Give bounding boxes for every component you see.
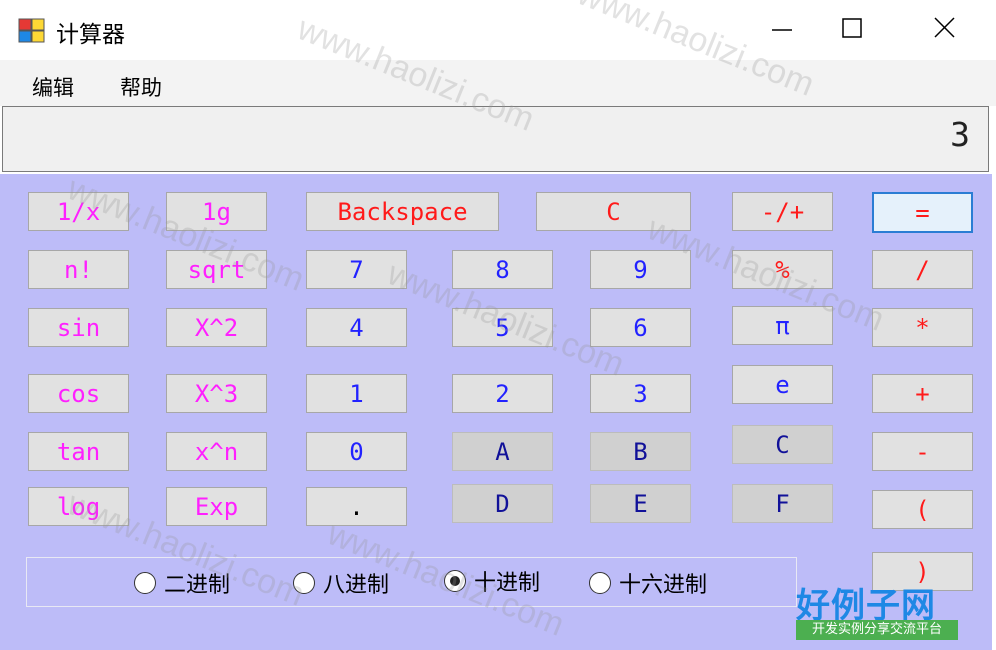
digit-5-button[interactable]: 5: [452, 308, 553, 347]
equals-button[interactable]: =: [872, 192, 973, 233]
hex-d-button[interactable]: D: [452, 484, 553, 523]
lg-button[interactable]: 1g: [166, 192, 267, 231]
window-title: 计算器: [56, 22, 125, 48]
hex-b-button[interactable]: B: [590, 432, 691, 471]
hex-e-button[interactable]: E: [590, 484, 691, 523]
radio-hexadecimal[interactable]: 十六进制: [589, 570, 708, 598]
log-button[interactable]: log: [28, 487, 129, 526]
hex-a-button[interactable]: A: [452, 432, 553, 471]
digit-1-button[interactable]: 1: [306, 374, 407, 413]
cos-button[interactable]: cos: [28, 374, 129, 413]
plus-button[interactable]: +: [872, 374, 973, 413]
digit-7-button[interactable]: 7: [306, 250, 407, 289]
hex-f-button[interactable]: F: [732, 484, 833, 523]
brand-subtitle: 开发实例分享交流平台: [796, 620, 958, 640]
radio-decimal[interactable]: 十进制: [444, 568, 541, 596]
digit-9-button[interactable]: 9: [590, 250, 691, 289]
exp-button[interactable]: Exp: [166, 487, 267, 526]
sin-button[interactable]: sin: [28, 308, 129, 347]
menu-help[interactable]: 帮助: [120, 72, 162, 102]
e-constant-button[interactable]: e: [732, 365, 833, 404]
square-button[interactable]: X^2: [166, 308, 267, 347]
radio-binary[interactable]: 二进制: [134, 570, 231, 598]
radio-octal[interactable]: 八进制: [293, 570, 390, 598]
maximize-icon: [842, 18, 862, 38]
radio-hexadecimal-label: 十六进制: [619, 573, 708, 598]
close-button[interactable]: [898, 0, 990, 60]
menu-edit[interactable]: 编辑: [32, 72, 74, 102]
number-base-group: 二进制 八进制 十进制 十六进制: [26, 557, 797, 607]
clear-button[interactable]: C: [536, 192, 691, 231]
radio-octal-circle[interactable]: [293, 572, 315, 594]
negate-button[interactable]: -/+: [732, 192, 833, 231]
digit-4-button[interactable]: 4: [306, 308, 407, 347]
minus-button[interactable]: -: [872, 432, 973, 471]
radio-binary-circle[interactable]: [134, 572, 156, 594]
display-value: 3: [950, 115, 970, 154]
digit-3-button[interactable]: 3: [590, 374, 691, 413]
percent-button[interactable]: %: [732, 250, 833, 289]
radio-decimal-label: 十进制: [474, 571, 541, 596]
decimal-point-button[interactable]: .: [306, 487, 407, 526]
radio-binary-label: 二进制: [164, 573, 231, 598]
cube-button[interactable]: X^3: [166, 374, 267, 413]
calculator-app-icon: [18, 18, 45, 43]
menu-bar: 编辑 帮助: [0, 60, 996, 106]
result-display[interactable]: 3: [2, 106, 989, 172]
reciprocal-button[interactable]: 1/x: [28, 192, 129, 231]
digit-6-button[interactable]: 6: [590, 308, 691, 347]
digit-2-button[interactable]: 2: [452, 374, 553, 413]
radio-hexadecimal-circle[interactable]: [589, 572, 611, 594]
hex-c-button[interactable]: C: [732, 425, 833, 464]
factorial-button[interactable]: n!: [28, 250, 129, 289]
left-paren-button[interactable]: (: [872, 490, 973, 529]
backspace-button[interactable]: Backspace: [306, 192, 499, 231]
multiply-button[interactable]: *: [872, 308, 973, 347]
power-button[interactable]: x^n: [166, 432, 267, 471]
title-bar: 计算器: [0, 0, 996, 60]
digit-8-button[interactable]: 8: [452, 250, 553, 289]
radio-octal-label: 八进制: [323, 573, 390, 598]
minimize-icon: [772, 29, 792, 31]
minimize-button[interactable]: [720, 0, 812, 60]
pi-button[interactable]: π: [732, 306, 833, 345]
radio-decimal-circle[interactable]: [444, 570, 466, 592]
sqrt-button[interactable]: sqrt: [166, 250, 267, 289]
brand-watermark: 好例子网 开发实例分享交流平台: [796, 578, 962, 644]
digit-0-button[interactable]: 0: [306, 432, 407, 471]
tan-button[interactable]: tan: [28, 432, 129, 471]
close-icon: [934, 17, 955, 38]
divide-button[interactable]: /: [872, 250, 973, 289]
maximize-button[interactable]: [806, 0, 898, 60]
